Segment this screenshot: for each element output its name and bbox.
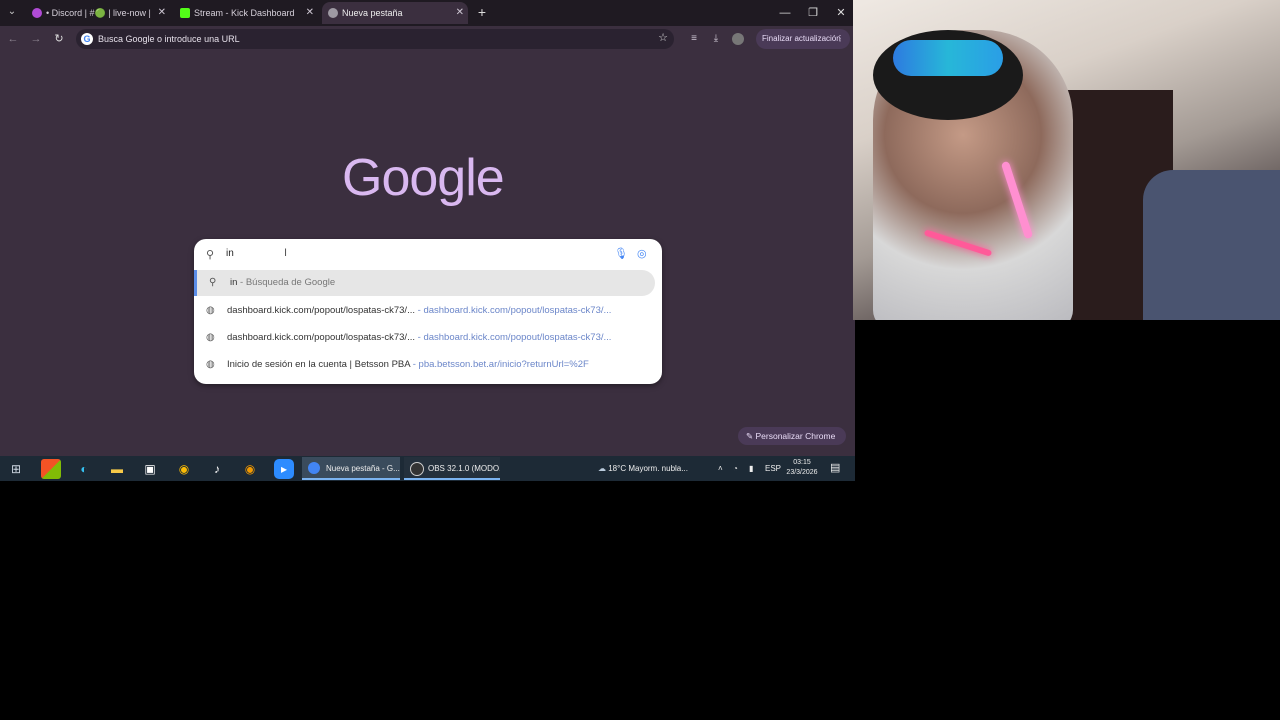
search-icon: ⚲ [206, 249, 215, 261]
edge-icon[interactable]: ◐ [74, 459, 94, 479]
weather-text: 18°C Mayorm. nubla... [608, 464, 688, 473]
notifications-icon[interactable]: ▤ [830, 456, 840, 481]
reload-button[interactable]: ↻ [51, 31, 67, 47]
google-g-icon: G [81, 33, 93, 45]
tab-search-icon[interactable]: ⌄ [4, 4, 20, 20]
tab-close-icon[interactable]: ✕ [456, 2, 464, 24]
file-explorer-icon[interactable]: ▬ [107, 459, 127, 479]
store-icon[interactable]: ▣ [140, 459, 160, 479]
language-indicator[interactable]: ESP [765, 456, 781, 481]
chrome-canary-icon[interactable]: ◉ [240, 459, 260, 479]
webcam-feed [853, 0, 1280, 320]
browser-titlebar: ⌄ • Discord | #🟢 | live-now | KICK ✕ Str… [0, 0, 855, 26]
clock-date: 23/3/2026 [786, 469, 818, 476]
cloud-icon: ☁ [598, 464, 609, 473]
google-lens-icon[interactable]: ◎ [637, 247, 647, 260]
forward-button[interactable]: → [28, 31, 44, 47]
suggestion-item[interactable]: ◍ dashboard.kick.com/popout/lospatas-ck7… [194, 298, 652, 324]
search-input[interactable]: in [226, 248, 234, 259]
suggestion-text: dashboard.kick.com/popout/lospatas-ck73/… [227, 332, 612, 343]
webcam-sunglasses [893, 40, 1003, 76]
weather-widget[interactable]: ☁ 18°C Mayorm. nubla... [598, 456, 688, 481]
start-icon[interactable] [41, 459, 61, 479]
tab-close-icon[interactable]: ✕ [306, 2, 314, 24]
zoom-icon[interactable]: ▸ [274, 459, 294, 479]
suggestion-item[interactable]: ◍ dashboard.kick.com/popout/lospatas-ck7… [194, 325, 652, 351]
suggestion-text: in - Búsqueda de Google [230, 277, 336, 288]
desktop-screen: ⌄ • Discord | #🟢 | live-now | KICK ✕ Str… [0, 0, 855, 481]
globe-icon: ◍ [206, 305, 215, 316]
search-icon: ⚲ [209, 277, 217, 288]
finish-update-button[interactable]: Finalizar actualización ⋮ [756, 29, 850, 49]
suggestion-item[interactable]: ◍ Inicio de sesión en la cuenta | Betsso… [194, 352, 652, 378]
tab-label: Stream - Kick Dashboard [194, 8, 295, 18]
obs-icon [410, 462, 424, 476]
tab-discord[interactable]: • Discord | #🟢 | live-now | KICK ✕ [26, 2, 170, 24]
restore-button[interactable]: ❐ [799, 0, 827, 26]
address-bar[interactable]: G Busca Google o introduce una URL ☆ [76, 29, 674, 49]
suggestion-text: Inicio de sesión en la cuenta | Betsson … [227, 359, 589, 370]
tiktok-icon[interactable]: ♪ [207, 459, 227, 479]
microphone-tray-icon[interactable]: ▮ [749, 456, 753, 481]
tab-groups-icon[interactable]: ≡ [686, 31, 702, 47]
globe-icon: ◍ [206, 359, 215, 370]
minimize-button[interactable]: — [771, 0, 799, 26]
search-box[interactable]: ⚲ in I 🎙 ◎ ⚲ in - Búsqueda de Google ◍ d… [194, 239, 662, 384]
network-icon[interactable]: ◔ [733, 456, 738, 481]
avatar[interactable] [732, 33, 744, 45]
clock-time: 03:15 [793, 459, 811, 466]
webcam-bed [1143, 170, 1280, 320]
back-button[interactable]: ← [5, 31, 21, 47]
tab-label: • Discord | #🟢 | live-now | KICK [46, 8, 152, 18]
suggestion-item[interactable]: ⚲ in - Búsqueda de Google [194, 270, 655, 296]
download-icon[interactable]: ⤓ [708, 31, 724, 47]
tab-kick-dashboard[interactable]: Stream - Kick Dashboard ✕ [174, 2, 318, 24]
webcam-person [873, 30, 1073, 320]
more-menu-icon[interactable]: ⋮ [836, 29, 844, 49]
task-view-icon[interactable]: ⊞ [6, 459, 26, 479]
text-cursor-icon: I [284, 247, 288, 259]
customize-chrome-button[interactable]: ✎ Personalizar Chrome [738, 427, 846, 445]
tab-label: Nueva pestaña [342, 8, 403, 18]
taskbar-app-label: Nueva pestaña - G... [326, 464, 400, 473]
taskbar-app-obs[interactable]: OBS 32.1.0 (MODO... [404, 457, 500, 480]
taskbar-clock[interactable]: 03:15 23/3/2026 [784, 458, 820, 478]
windows-taskbar: ⊞ ◐ ▬ ▣ ◉ ♪ ◉ ▸ Nueva pestaña - G... OBS… [0, 456, 855, 481]
taskbar-app-label: OBS 32.1.0 (MODO... [428, 464, 500, 473]
microphone-icon[interactable]: 🎙 [614, 247, 628, 260]
tray-chevron-icon[interactable]: ˄ [718, 456, 723, 481]
chrome-favicon-icon [328, 8, 338, 18]
suggestion-text: dashboard.kick.com/popout/lospatas-ck73/… [227, 305, 612, 316]
google-logo: Google [342, 149, 505, 207]
taskbar-app-chrome[interactable]: Nueva pestaña - G... [302, 457, 400, 480]
bookmark-star-icon[interactable]: ☆ [658, 31, 668, 44]
new-tab-button[interactable]: + [474, 4, 490, 20]
kick-favicon-icon [180, 8, 190, 18]
update-button-label: Finalizar actualización [762, 34, 841, 43]
tab-new-tab[interactable]: Nueva pestaña ✕ [322, 2, 468, 24]
close-window-button[interactable]: ✕ [827, 0, 855, 26]
customize-label: Personalizar Chrome [755, 431, 836, 441]
browser-toolbar: ← → ↻ G Busca Google o introduce una URL… [0, 26, 855, 52]
chrome-icon [308, 462, 320, 474]
chrome-icon[interactable]: ◉ [174, 459, 194, 479]
globe-icon: ◍ [206, 332, 215, 343]
address-placeholder: Busca Google o introduce una URL [98, 34, 240, 44]
discord-favicon-icon [32, 8, 42, 18]
tab-close-icon[interactable]: ✕ [158, 2, 166, 24]
